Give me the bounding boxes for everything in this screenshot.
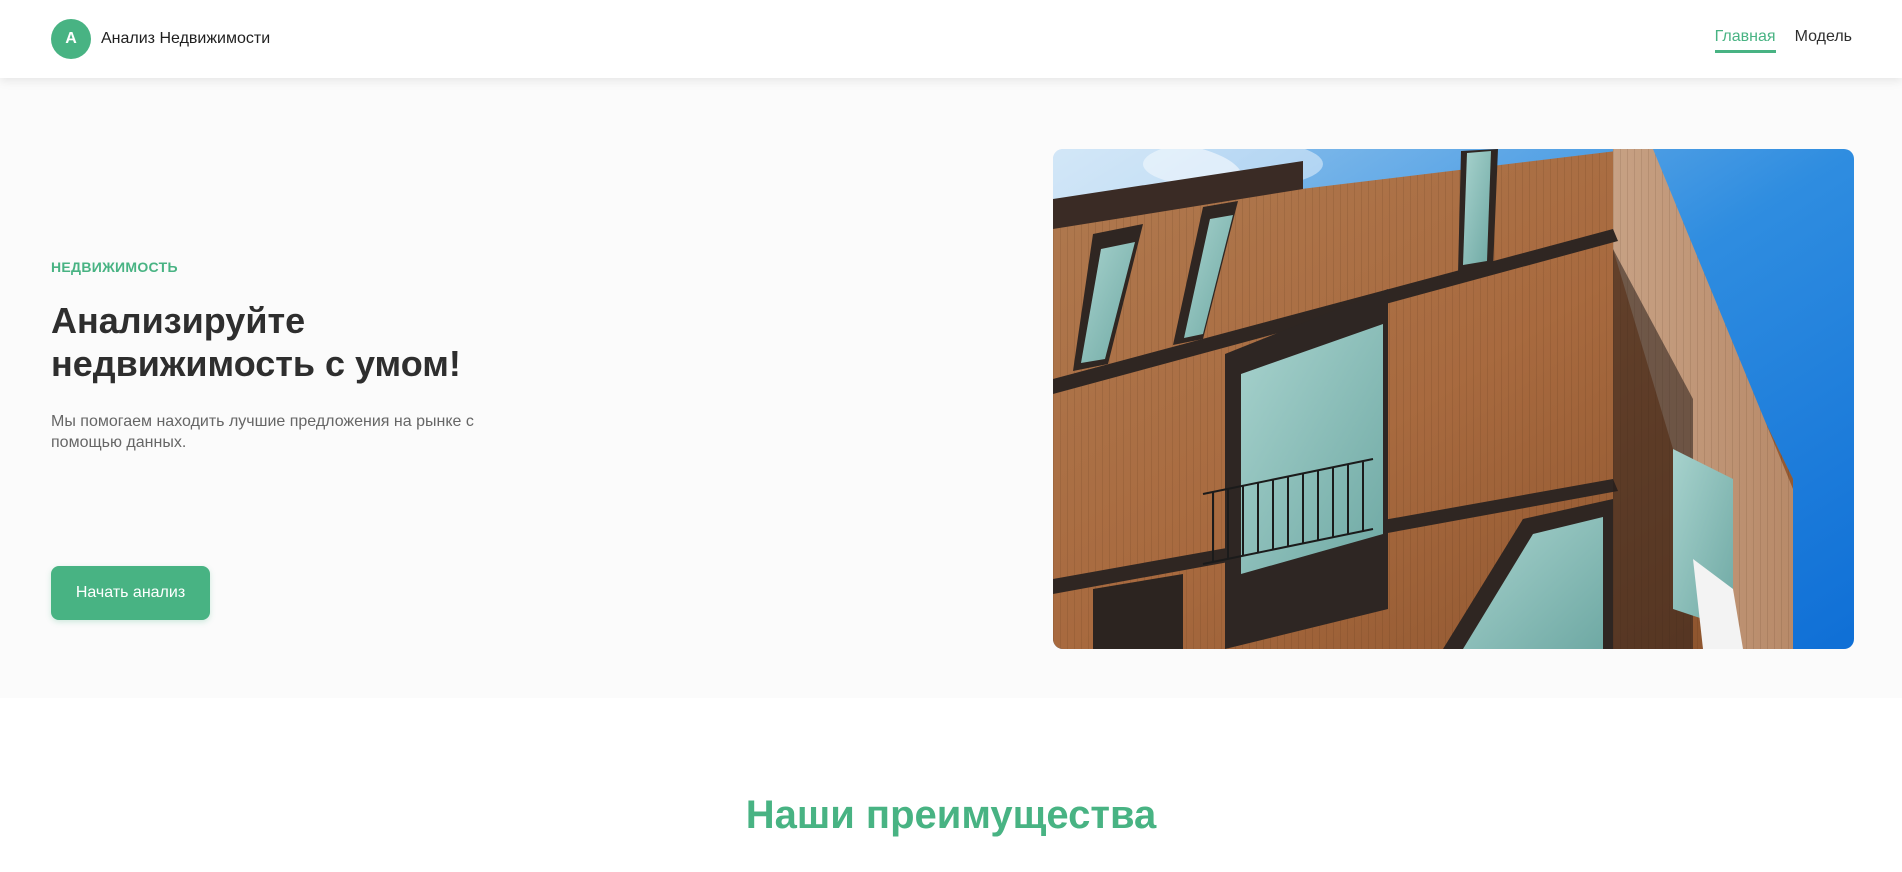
main-nav: Главная Модель bbox=[1714, 28, 1852, 53]
start-analysis-button[interactable]: Начать анализ bbox=[51, 566, 210, 620]
nav-link-home[interactable]: Главная bbox=[1714, 28, 1776, 53]
brand-logo-icon: А bbox=[51, 19, 91, 59]
hero-text-block: НЕДВИЖИМОСТЬ Анализируйте недвижимость с… bbox=[51, 259, 531, 620]
brand-name: Анализ Недвижимости bbox=[101, 30, 271, 47]
hero-eyebrow: НЕДВИЖИМОСТЬ bbox=[51, 259, 178, 275]
brand[interactable]: А Анализ Недвижимости bbox=[51, 19, 270, 59]
hero-subtitle: Мы помогаем находить лучшие предложения … bbox=[51, 413, 474, 451]
building-photo-icon bbox=[1053, 149, 1854, 649]
hero-title: Анализируйте недвижимость с умом! bbox=[51, 300, 461, 384]
hero-section: НЕДВИЖИМОСТЬ Анализируйте недвижимость с… bbox=[0, 78, 1902, 698]
building-photo bbox=[1053, 149, 1854, 649]
top-navbar: А Анализ Недвижимости Главная Модель bbox=[0, 0, 1902, 78]
features-section-title: Наши преимущества bbox=[745, 793, 1157, 837]
nav-link-model[interactable]: Модель bbox=[1795, 28, 1852, 53]
